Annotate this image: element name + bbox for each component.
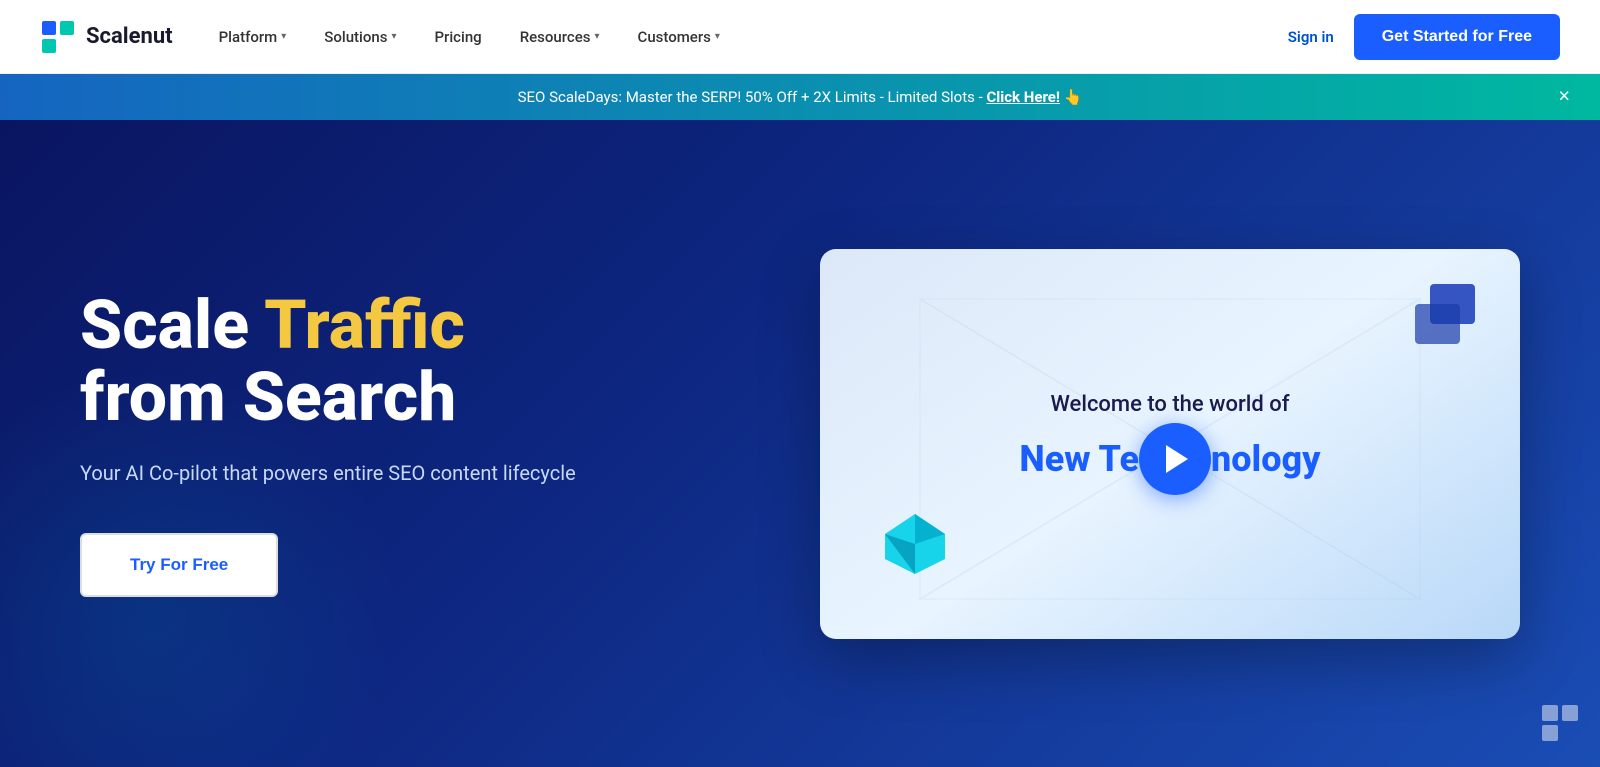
hero-title-traffic: Traffic xyxy=(264,285,465,365)
nav-pricing-label: Pricing xyxy=(434,28,481,46)
brand-name: Scalenut xyxy=(86,24,173,49)
play-button[interactable] xyxy=(1139,423,1211,495)
nav-item-resources[interactable]: Resources ▾ xyxy=(504,20,616,54)
video-card[interactable]: Welcome to the world of New Te nology xyxy=(820,249,1520,639)
hero-title: Scale Traffic from Search xyxy=(80,290,760,433)
nav-customers-label: Customers xyxy=(638,28,711,46)
banner-click-here-link[interactable]: Click Here! xyxy=(986,88,1060,106)
logo-icon xyxy=(40,19,76,55)
play-triangle-icon xyxy=(1166,445,1188,473)
resources-chevron: ▾ xyxy=(595,31,600,42)
video-new-tech-row: New Te nology xyxy=(1019,423,1320,495)
hero-section: Scale Traffic from Search Your AI Co-pil… xyxy=(0,120,1600,767)
video-text-content: Welcome to the world of New Te nology xyxy=(1019,392,1320,495)
try-for-free-button[interactable]: Try For Free xyxy=(80,533,278,597)
banner-close-button[interactable]: × xyxy=(1558,86,1570,109)
banner-text: SEO ScaleDays: Master the SERP! 50% Off … xyxy=(518,88,1083,106)
watermark xyxy=(1540,703,1580,747)
banner-emoji: 👆 xyxy=(1064,88,1083,106)
customers-chevron: ▾ xyxy=(715,31,720,42)
nav-item-solutions[interactable]: Solutions ▾ xyxy=(308,20,412,54)
nav-right: Sign in Get Started for Free xyxy=(1288,14,1560,60)
get-started-button[interactable]: Get Started for Free xyxy=(1354,14,1560,60)
hero-subtitle: Your AI Co-pilot that powers entire SEO … xyxy=(80,461,760,485)
navbar: Scalenut Platform ▾ Solutions ▾ Pricing … xyxy=(0,0,1600,74)
nav-platform-label: Platform xyxy=(219,28,278,46)
solutions-chevron: ▾ xyxy=(391,31,396,42)
video-welcome-text: Welcome to the world of xyxy=(1019,392,1320,417)
hero-right: Welcome to the world of New Te nology xyxy=(820,249,1520,639)
gem-decoration xyxy=(880,509,950,579)
platform-chevron: ▾ xyxy=(281,31,286,42)
banner-main-text: SEO ScaleDays: Master the SERP! 50% Off … xyxy=(518,88,987,106)
video-new-text: New Te xyxy=(1019,438,1139,480)
corner-bracket-decoration xyxy=(1410,279,1480,349)
nav-links: Platform ▾ Solutions ▾ Pricing Resources… xyxy=(203,20,1288,54)
hero-title-scale: Scale xyxy=(80,285,264,365)
nav-item-customers[interactable]: Customers ▾ xyxy=(622,20,736,54)
nav-resources-label: Resources xyxy=(520,28,591,46)
hero-left: Scale Traffic from Search Your AI Co-pil… xyxy=(80,290,760,597)
logo[interactable]: Scalenut xyxy=(40,19,173,55)
hero-title-from-search: from Search xyxy=(80,357,456,437)
watermark-icon xyxy=(1540,703,1580,743)
nav-item-platform[interactable]: Platform ▾ xyxy=(203,20,303,54)
video-nology-text: nology xyxy=(1211,438,1321,480)
sign-in-link[interactable]: Sign in xyxy=(1288,28,1334,46)
nav-item-pricing[interactable]: Pricing xyxy=(418,20,497,54)
nav-solutions-label: Solutions xyxy=(324,28,387,46)
announcement-banner: SEO ScaleDays: Master the SERP! 50% Off … xyxy=(0,74,1600,120)
